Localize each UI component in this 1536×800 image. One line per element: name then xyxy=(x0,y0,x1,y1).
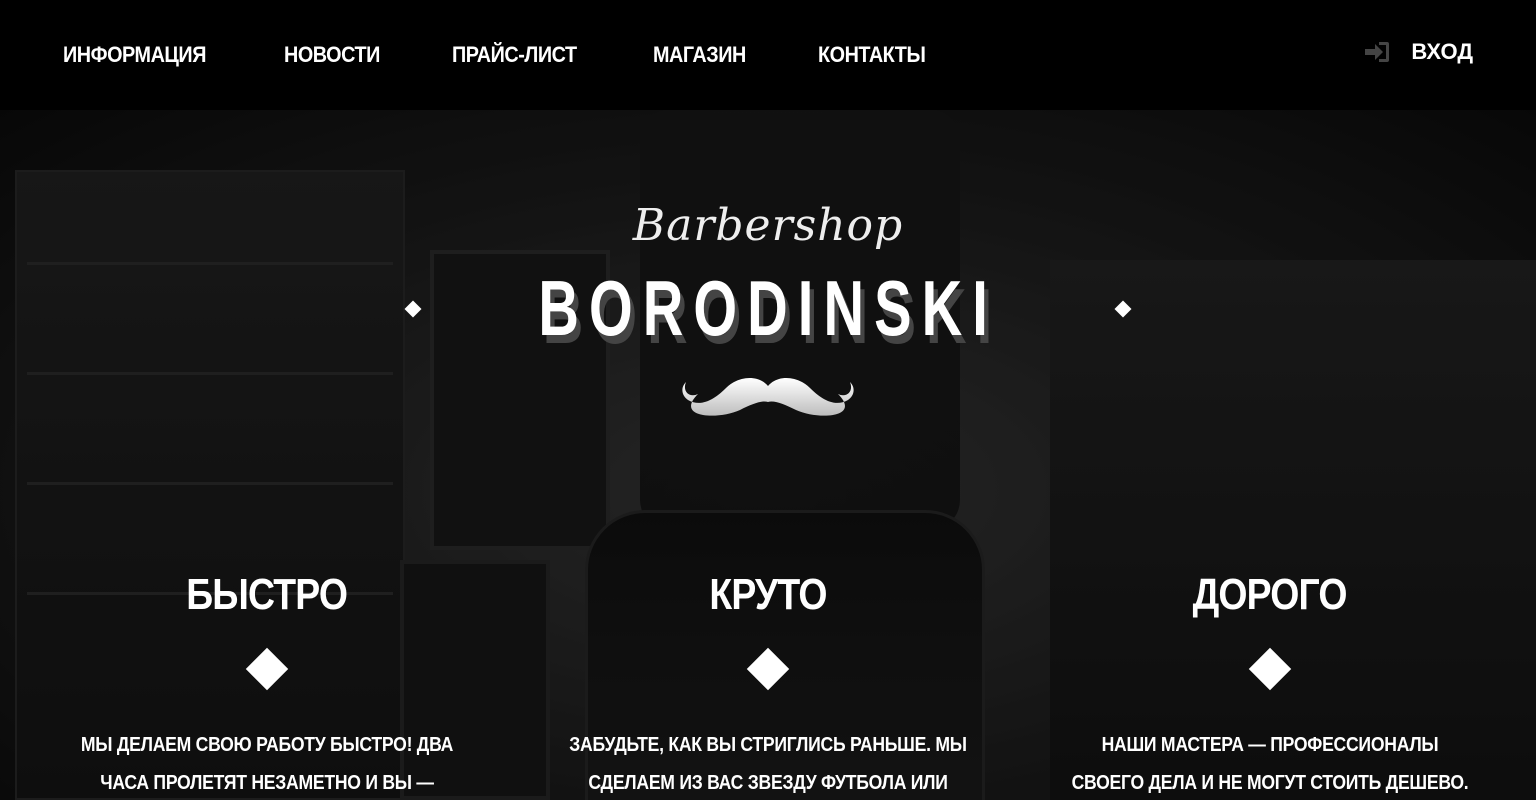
mustache-icon xyxy=(0,372,1536,427)
login-label: ВХОД xyxy=(1411,39,1473,64)
feature-fast: БЫСТРО МЫ ДЕЛАЕМ СВОЮ РАБОТУ БЫСТРО! ДВА… xyxy=(37,570,497,800)
nav-item-news[interactable]: НОВОСТИ xyxy=(284,42,380,68)
logo-script-title: Barbershop xyxy=(632,200,904,251)
feature-text: МЫ ДЕЛАЕМ СВОЮ РАБОТУ БЫСТРО! ДВА ЧАСА П… xyxy=(80,734,454,794)
brand-logo: Barbershop BORODINSKI xyxy=(0,200,1536,427)
nav-item-shop[interactable]: МАГАЗИН xyxy=(653,42,746,68)
diamond-ornament-left xyxy=(404,300,422,317)
top-navigation-bar: ИНФОРМАЦИЯ НОВОСТИ ПРАЙС-ЛИСТ МАГАЗИН КО… xyxy=(0,0,1536,110)
feature-title: КРУТО xyxy=(709,570,827,619)
diamond-divider xyxy=(746,647,790,691)
nav-item-price-list[interactable]: ПРАЙС-ЛИСТ xyxy=(452,42,577,68)
logo-brand-row: BORODINSKI xyxy=(0,263,1536,354)
diamond-divider xyxy=(245,647,289,691)
diamond-divider xyxy=(1248,647,1292,691)
logo-brand-name: BORODINSKI xyxy=(538,264,998,352)
feature-title: ДОРОГО xyxy=(1193,570,1348,619)
main-nav: ИНФОРМАЦИЯ НОВОСТИ ПРАЙС-ЛИСТ МАГАЗИН КО… xyxy=(63,42,999,68)
feature-expensive: ДОРОГО НАШИ МАСТЕРА — ПРОФЕССИОНАЛЫ СВОЕ… xyxy=(1040,570,1500,800)
feature-title: БЫСТРО xyxy=(186,570,349,619)
feature-text: НАШИ МАСТЕРА — ПРОФЕССИОНАЛЫ СВОЕГО ДЕЛА… xyxy=(1071,734,1469,794)
login-link[interactable]: ВХОД xyxy=(1363,39,1473,65)
nav-item-contacts[interactable]: КОНТАКТЫ xyxy=(818,42,926,68)
feature-text: ЗАБУДЬТЕ, КАК ВЫ СТРИГЛИСЬ РАНЬШЕ. МЫ СД… xyxy=(569,734,967,794)
feature-cool: КРУТО ЗАБУДЬТЕ, КАК ВЫ СТРИГЛИСЬ РАНЬШЕ.… xyxy=(538,570,998,800)
diamond-ornament-right xyxy=(1114,300,1132,317)
nav-item-information[interactable]: ИНФОРМАЦИЯ xyxy=(63,42,206,68)
hero-section: Barbershop BORODINSKI БЫСТРО МЫ ДЕЛАЕМ С… xyxy=(0,110,1536,800)
sign-in-icon xyxy=(1365,42,1390,62)
